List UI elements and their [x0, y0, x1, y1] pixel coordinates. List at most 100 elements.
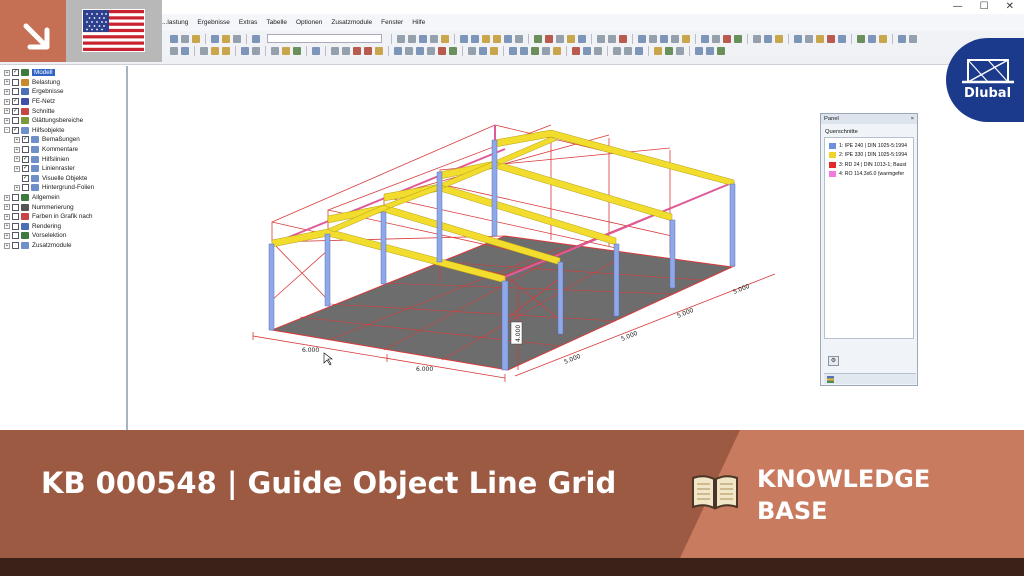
- toolbar-button-icon[interactable]: [192, 34, 200, 43]
- navigator-item[interactable]: + ✓ Modell: [4, 68, 55, 78]
- toolbar-button-icon[interactable]: [572, 47, 580, 55]
- menu-item[interactable]: Tabelle: [266, 19, 287, 26]
- navigator-item[interactable]: ✓ Visuelle Objekte: [14, 174, 87, 184]
- toolbar-button-icon[interactable]: [597, 34, 605, 43]
- expander-icon[interactable]: +: [14, 184, 20, 191]
- toolbar-button-icon[interactable]: [717, 47, 725, 55]
- toolbar-button-icon[interactable]: [608, 34, 616, 43]
- navigator-item[interactable]: + ✓ FE-Netz: [4, 97, 55, 107]
- panel-settings-icon[interactable]: ⚙: [828, 356, 839, 366]
- toolbar-button-icon[interactable]: [545, 34, 553, 43]
- minimize-button[interactable]: —: [953, 1, 963, 12]
- toolbar-button-icon[interactable]: [438, 47, 446, 55]
- toolbar-button-icon[interactable]: [170, 47, 178, 55]
- visibility-checkbox[interactable]: ✓: [22, 174, 29, 182]
- toolbar-button-icon[interactable]: [794, 34, 802, 43]
- toolbar-button-icon[interactable]: [701, 34, 709, 43]
- menu-item[interactable]: Ergebnisse: [197, 19, 230, 26]
- toolbar-button-icon[interactable]: [654, 47, 662, 55]
- expander-icon[interactable]: +: [4, 194, 10, 201]
- expander-icon[interactable]: +: [4, 88, 10, 95]
- toolbar-button-icon[interactable]: [624, 47, 632, 55]
- expander-icon[interactable]: +: [4, 223, 10, 230]
- toolbar-button-icon[interactable]: [712, 34, 720, 43]
- toolbar-button-icon[interactable]: [542, 47, 550, 55]
- us-flag-icon[interactable]: [82, 9, 145, 52]
- toolbar-button-icon[interactable]: [583, 47, 591, 55]
- toolbar-button-icon[interactable]: [504, 34, 512, 43]
- visibility-checkbox[interactable]: [12, 213, 19, 221]
- maximize-button[interactable]: ☐: [980, 1, 989, 12]
- toolbar-button-icon[interactable]: [353, 47, 361, 55]
- toolbar-button-icon[interactable]: [898, 34, 906, 43]
- visibility-checkbox[interactable]: ✓: [12, 107, 19, 115]
- menu-item[interactable]: ...lastung: [162, 19, 188, 26]
- toolbar-button-icon[interactable]: [515, 34, 523, 43]
- toolbar-button-icon[interactable]: [764, 34, 772, 43]
- toolbar-button-icon[interactable]: [271, 47, 279, 55]
- toolbar-button-icon[interactable]: [534, 34, 542, 43]
- toolbar-button-icon[interactable]: [553, 47, 561, 55]
- toolbar-button-icon[interactable]: [635, 47, 643, 55]
- toolbar-button-icon[interactable]: [556, 34, 564, 43]
- toolbar-button-icon[interactable]: [490, 47, 498, 55]
- toolbar-button-icon[interactable]: [879, 34, 887, 43]
- toolbar-button-icon[interactable]: [312, 47, 320, 55]
- toolbar-combo[interactable]: [267, 34, 382, 43]
- navigator-item[interactable]: + Zusatzmodule: [4, 241, 72, 251]
- toolbar-button-icon[interactable]: [479, 47, 487, 55]
- toolbar-button-icon[interactable]: [838, 34, 846, 43]
- toolbar-button-icon[interactable]: [649, 34, 657, 43]
- visibility-checkbox[interactable]: ✓: [12, 98, 19, 106]
- panel-close-icon[interactable]: ×: [911, 116, 914, 122]
- toolbar-button-icon[interactable]: [638, 34, 646, 43]
- expander-icon[interactable]: +: [14, 165, 20, 172]
- expander-icon[interactable]: +: [4, 232, 10, 239]
- toolbar-button-icon[interactable]: [460, 34, 468, 43]
- toolbar-button-icon[interactable]: [734, 34, 742, 43]
- toolbar-button-icon[interactable]: [471, 34, 479, 43]
- visibility-checkbox[interactable]: ✓: [12, 126, 19, 134]
- toolbar-button-icon[interactable]: [222, 47, 230, 55]
- toolbar-button-icon[interactable]: [233, 34, 241, 43]
- legend-row[interactable]: 1: IPE 240 | DIN 1025-5:1994: [825, 141, 913, 151]
- expander-icon[interactable]: +: [4, 108, 10, 115]
- expander-icon[interactable]: +: [4, 79, 10, 86]
- expander-icon[interactable]: +: [4, 204, 10, 211]
- expander-icon[interactable]: +: [4, 117, 10, 124]
- toolbar-button-icon[interactable]: [619, 34, 627, 43]
- navigator-item[interactable]: + Glättungsbereiche: [4, 116, 83, 126]
- navigator-item[interactable]: + Nummerierung: [4, 202, 74, 212]
- visibility-checkbox[interactable]: ✓: [12, 69, 19, 77]
- toolbar-button-icon[interactable]: [695, 47, 703, 55]
- toolbar-button-icon[interactable]: [775, 34, 783, 43]
- toolbar-button-icon[interactable]: [671, 34, 679, 43]
- toolbar-button-icon[interactable]: [857, 34, 865, 43]
- toolbar-button-icon[interactable]: [375, 47, 383, 55]
- toolbar-button-icon[interactable]: [211, 47, 219, 55]
- toolbar-button-icon[interactable]: [405, 47, 413, 55]
- toolbar-button-icon[interactable]: [397, 34, 405, 43]
- toolbar-button-icon[interactable]: [211, 34, 219, 43]
- visibility-checkbox[interactable]: [12, 222, 19, 230]
- toolbar-button-icon[interactable]: [331, 47, 339, 55]
- visibility-checkbox[interactable]: [12, 88, 19, 96]
- navigator-item[interactable]: + Allgemein: [4, 193, 60, 203]
- expander-icon[interactable]: +: [14, 146, 20, 153]
- legend-row[interactable]: 3: RD 24 | DIN 1013-1; Baust: [825, 160, 913, 170]
- visibility-checkbox[interactable]: [12, 78, 19, 86]
- toolbar-button-icon[interactable]: [241, 47, 249, 55]
- toolbar-button-icon[interactable]: [613, 47, 621, 55]
- legend-row[interactable]: 4: RO 114.3x6.0 (warmgefer: [825, 170, 913, 180]
- visibility-checkbox[interactable]: [12, 194, 19, 202]
- toolbar-button-icon[interactable]: [416, 47, 424, 55]
- toolbar-button-icon[interactable]: [449, 47, 457, 55]
- toolbar-button-icon[interactable]: [493, 34, 501, 43]
- toolbar-button-icon[interactable]: [531, 47, 539, 55]
- toolbar-button-icon[interactable]: [805, 34, 813, 43]
- expander-icon[interactable]: +: [4, 213, 10, 220]
- navigator-item[interactable]: + Kommentare: [14, 145, 78, 155]
- menu-item[interactable]: Extras: [239, 19, 257, 26]
- toolbar-button-icon[interactable]: [222, 34, 230, 43]
- visibility-checkbox[interactable]: [22, 184, 29, 192]
